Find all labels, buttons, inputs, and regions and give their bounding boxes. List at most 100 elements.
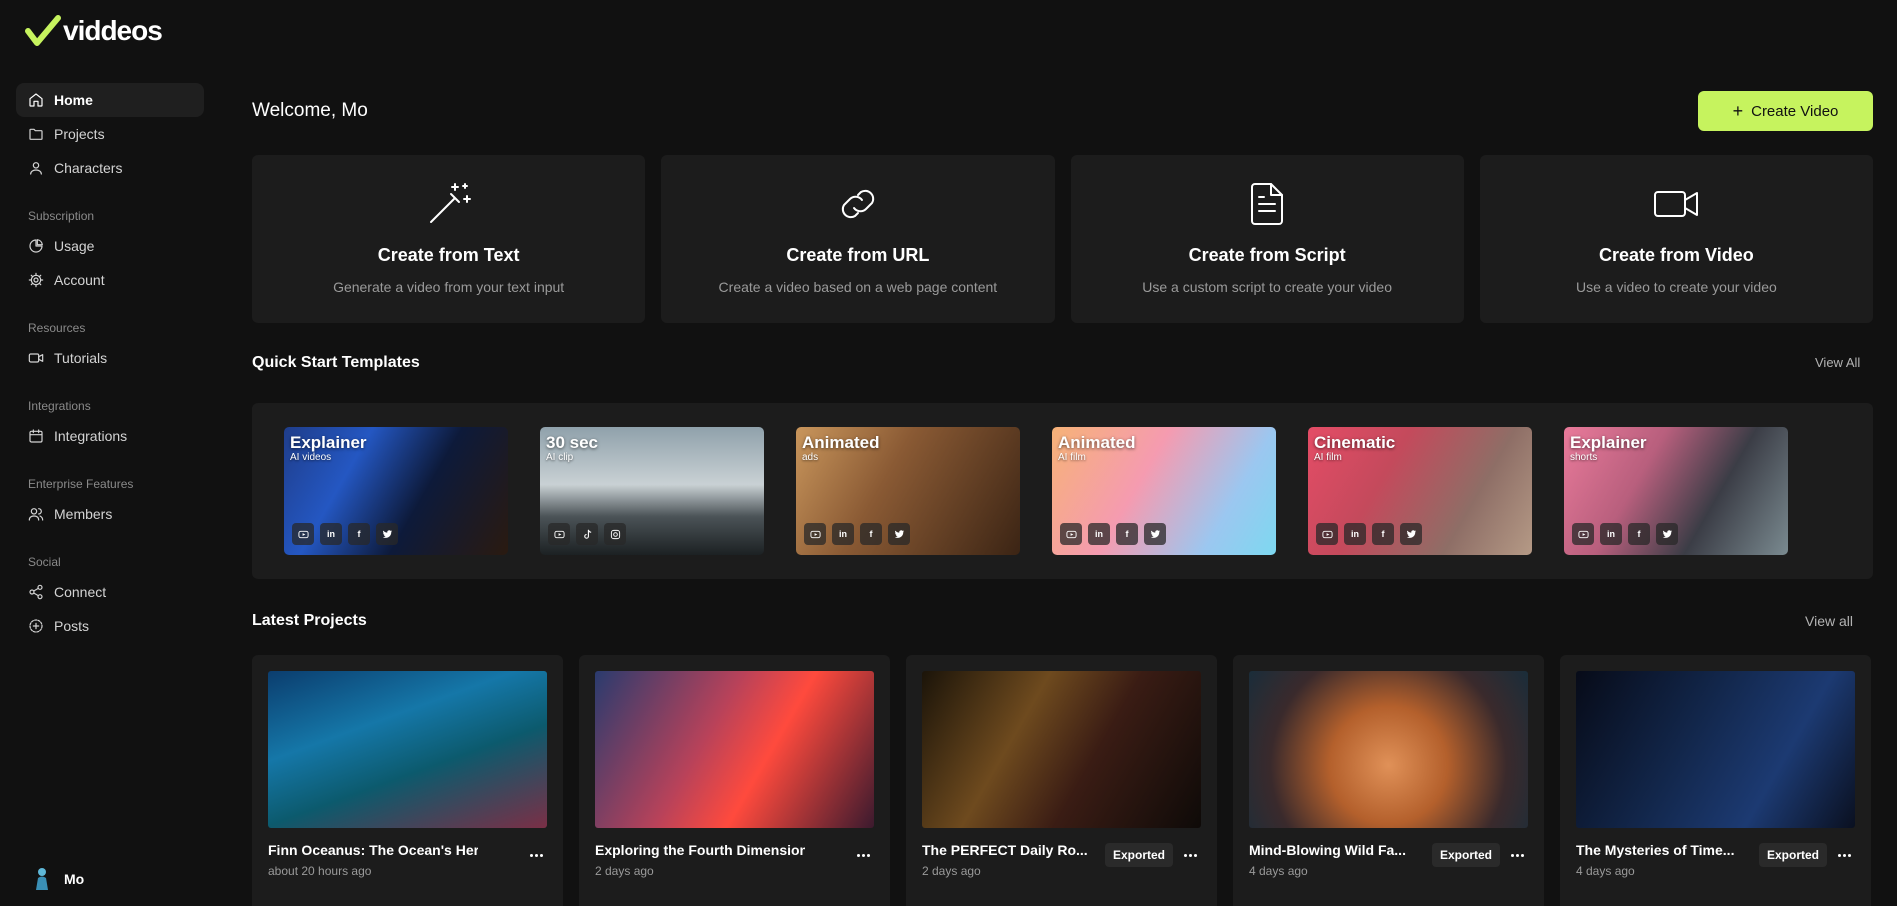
card-description: Use a video to create your video bbox=[1575, 279, 1777, 295]
project-card[interactable]: Finn Oceanus: The Ocean's Hero about 20 h… bbox=[252, 655, 563, 906]
template-socials: in f bbox=[1572, 523, 1678, 545]
sidebar-item-label: Tutorials bbox=[54, 350, 108, 366]
video-camera-icon bbox=[1654, 191, 1699, 217]
twitter-icon bbox=[888, 523, 910, 545]
sidebar-item-projects[interactable]: Projects bbox=[16, 117, 204, 151]
template-title: Animated bbox=[802, 433, 880, 452]
instagram-icon bbox=[604, 523, 626, 545]
template-socials: in f bbox=[292, 523, 398, 545]
projects-title: Latest Projects bbox=[252, 612, 367, 629]
card-title: Create from Video bbox=[1599, 245, 1754, 265]
twitter-icon bbox=[376, 523, 398, 545]
facebook-icon: f bbox=[860, 523, 882, 545]
status-badge: Exported bbox=[1758, 843, 1827, 867]
project-title: Mind-Blowing Wild Fa... bbox=[1249, 842, 1406, 858]
project-title: Exploring the Fourth Dimension bbox=[595, 842, 805, 858]
youtube-icon bbox=[1316, 523, 1338, 545]
status-badge: Exported bbox=[1431, 843, 1500, 867]
more-options-icon[interactable] bbox=[529, 848, 543, 862]
project-card[interactable]: Exploring the Fourth Dimension 2 days ago bbox=[579, 655, 890, 906]
twitter-icon bbox=[1656, 523, 1678, 545]
facebook-icon: f bbox=[348, 523, 370, 545]
create-options: Create from Text Generate a video from y… bbox=[252, 155, 1873, 323]
brand-logo[interactable]: viddeos bbox=[25, 14, 163, 48]
pie-chart-icon bbox=[29, 239, 43, 253]
project-title: Finn Oceanus: The Ocean's Hero bbox=[268, 842, 478, 858]
sidebar-item-integrations[interactable]: Integrations bbox=[16, 419, 204, 453]
template-card[interactable]: Animated AI film in f bbox=[1052, 427, 1276, 555]
magic-wand-icon bbox=[429, 183, 471, 223]
template-card[interactable]: Explainer AI videos in f bbox=[284, 427, 508, 555]
sidebar-item-connect[interactable]: Connect bbox=[16, 575, 204, 609]
sidebar-item-label: Posts bbox=[54, 618, 90, 634]
card-description: Generate a video from your text input bbox=[333, 279, 565, 295]
template-title: Animated bbox=[1058, 433, 1136, 452]
youtube-icon bbox=[1572, 523, 1594, 545]
template-subtitle: shorts bbox=[1570, 452, 1598, 463]
template-card[interactable]: 30 sec AI clip bbox=[540, 427, 764, 555]
create-video-button[interactable]: + Create Video bbox=[1698, 91, 1873, 131]
user-name: Mo bbox=[64, 871, 85, 887]
sidebar-item-account[interactable]: Account bbox=[16, 263, 204, 297]
sidebar-item-label: Projects bbox=[54, 126, 105, 142]
project-thumbnail[interactable] bbox=[1249, 671, 1528, 828]
sidebar-item-posts[interactable]: Posts bbox=[16, 609, 204, 643]
project-thumbnail[interactable] bbox=[268, 671, 547, 828]
nav-section-enterprise: Enterprise Features bbox=[28, 477, 134, 491]
template-card[interactable]: Cinematic AI film in f bbox=[1308, 427, 1532, 555]
facebook-icon: f bbox=[1372, 523, 1394, 545]
nav-section-resources: Resources bbox=[28, 321, 86, 335]
template-subtitle: AI videos bbox=[290, 452, 332, 463]
more-options-icon[interactable] bbox=[1183, 848, 1197, 862]
project-thumbnail[interactable] bbox=[1576, 671, 1855, 828]
more-options-icon[interactable] bbox=[1510, 848, 1524, 862]
project-thumbnail[interactable] bbox=[922, 671, 1201, 828]
project-thumbnail[interactable] bbox=[595, 671, 874, 828]
link-icon bbox=[841, 189, 875, 219]
sidebar-item-label: Integrations bbox=[54, 428, 128, 444]
project-card[interactable]: The Mysteries of Time... 4 days ago Export… bbox=[1560, 655, 1871, 906]
project-card[interactable]: Mind-Blowing Wild Fa... 4 days ago Exporte… bbox=[1233, 655, 1544, 906]
sidebar-item-usage[interactable]: Usage bbox=[16, 229, 204, 263]
project-timestamp: 4 days ago bbox=[1249, 864, 1308, 878]
linkedin-icon: in bbox=[1344, 523, 1366, 545]
more-options-icon[interactable] bbox=[1837, 848, 1851, 862]
youtube-icon bbox=[804, 523, 826, 545]
project-card[interactable]: The PERFECT Daily Ro... 2 days ago Exporte… bbox=[906, 655, 1217, 906]
more-options-icon[interactable] bbox=[856, 848, 870, 862]
projects-view-all-link[interactable]: View all bbox=[1805, 613, 1853, 629]
sidebar-item-tutorials[interactable]: Tutorials bbox=[16, 341, 204, 375]
sidebar-item-members[interactable]: Members bbox=[16, 497, 204, 531]
template-socials: in f bbox=[1316, 523, 1422, 545]
sidebar-item-label: Members bbox=[54, 506, 113, 522]
project-title: The PERFECT Daily Ro... bbox=[922, 842, 1088, 858]
sidebar-item-characters[interactable]: Characters bbox=[16, 151, 204, 185]
templates-title: Quick Start Templates bbox=[252, 354, 420, 371]
project-title: The Mysteries of Time... bbox=[1576, 842, 1735, 858]
templates-panel: Explainer AI videos in f 30 sec AI clip Animat… bbox=[252, 403, 1873, 579]
linkedin-icon: in bbox=[1600, 523, 1622, 545]
card-title: Create from Script bbox=[1188, 245, 1346, 265]
sidebar-item-label: Connect bbox=[54, 584, 107, 600]
create-from-video-card[interactable]: Create from Video Use a video to create … bbox=[1479, 155, 1873, 323]
user-profile[interactable]: Mo bbox=[30, 866, 84, 892]
sidebar-item-home[interactable]: Home bbox=[16, 83, 204, 117]
template-title: Explainer bbox=[290, 433, 367, 452]
project-timestamp: 4 days ago bbox=[1576, 864, 1635, 878]
sidebar-item-label: Usage bbox=[54, 238, 95, 254]
template-card[interactable]: Explainer shorts in f bbox=[1564, 427, 1788, 555]
card-description: Use a custom script to create your video bbox=[1142, 279, 1393, 295]
template-card[interactable]: Animated ads in f bbox=[796, 427, 1020, 555]
linkedin-icon: in bbox=[1088, 523, 1110, 545]
template-subtitle: AI film bbox=[1058, 452, 1086, 463]
create-from-url-card[interactable]: Create from URL Create a video based on … bbox=[661, 155, 1055, 323]
card-title: Create from URL bbox=[786, 245, 930, 265]
plus-icon: + bbox=[1732, 101, 1744, 121]
create-from-text-card[interactable]: Create from Text Generate a video from y… bbox=[252, 155, 646, 323]
sidebar-item-label: Account bbox=[54, 272, 105, 288]
page-title: Welcome, Mo bbox=[252, 100, 368, 121]
create-from-script-card[interactable]: Create from Script Use a custom script t… bbox=[1070, 155, 1464, 323]
youtube-icon bbox=[548, 523, 570, 545]
templates-view-all-link[interactable]: View All bbox=[1815, 355, 1860, 370]
project-timestamp: 2 days ago bbox=[595, 864, 654, 878]
